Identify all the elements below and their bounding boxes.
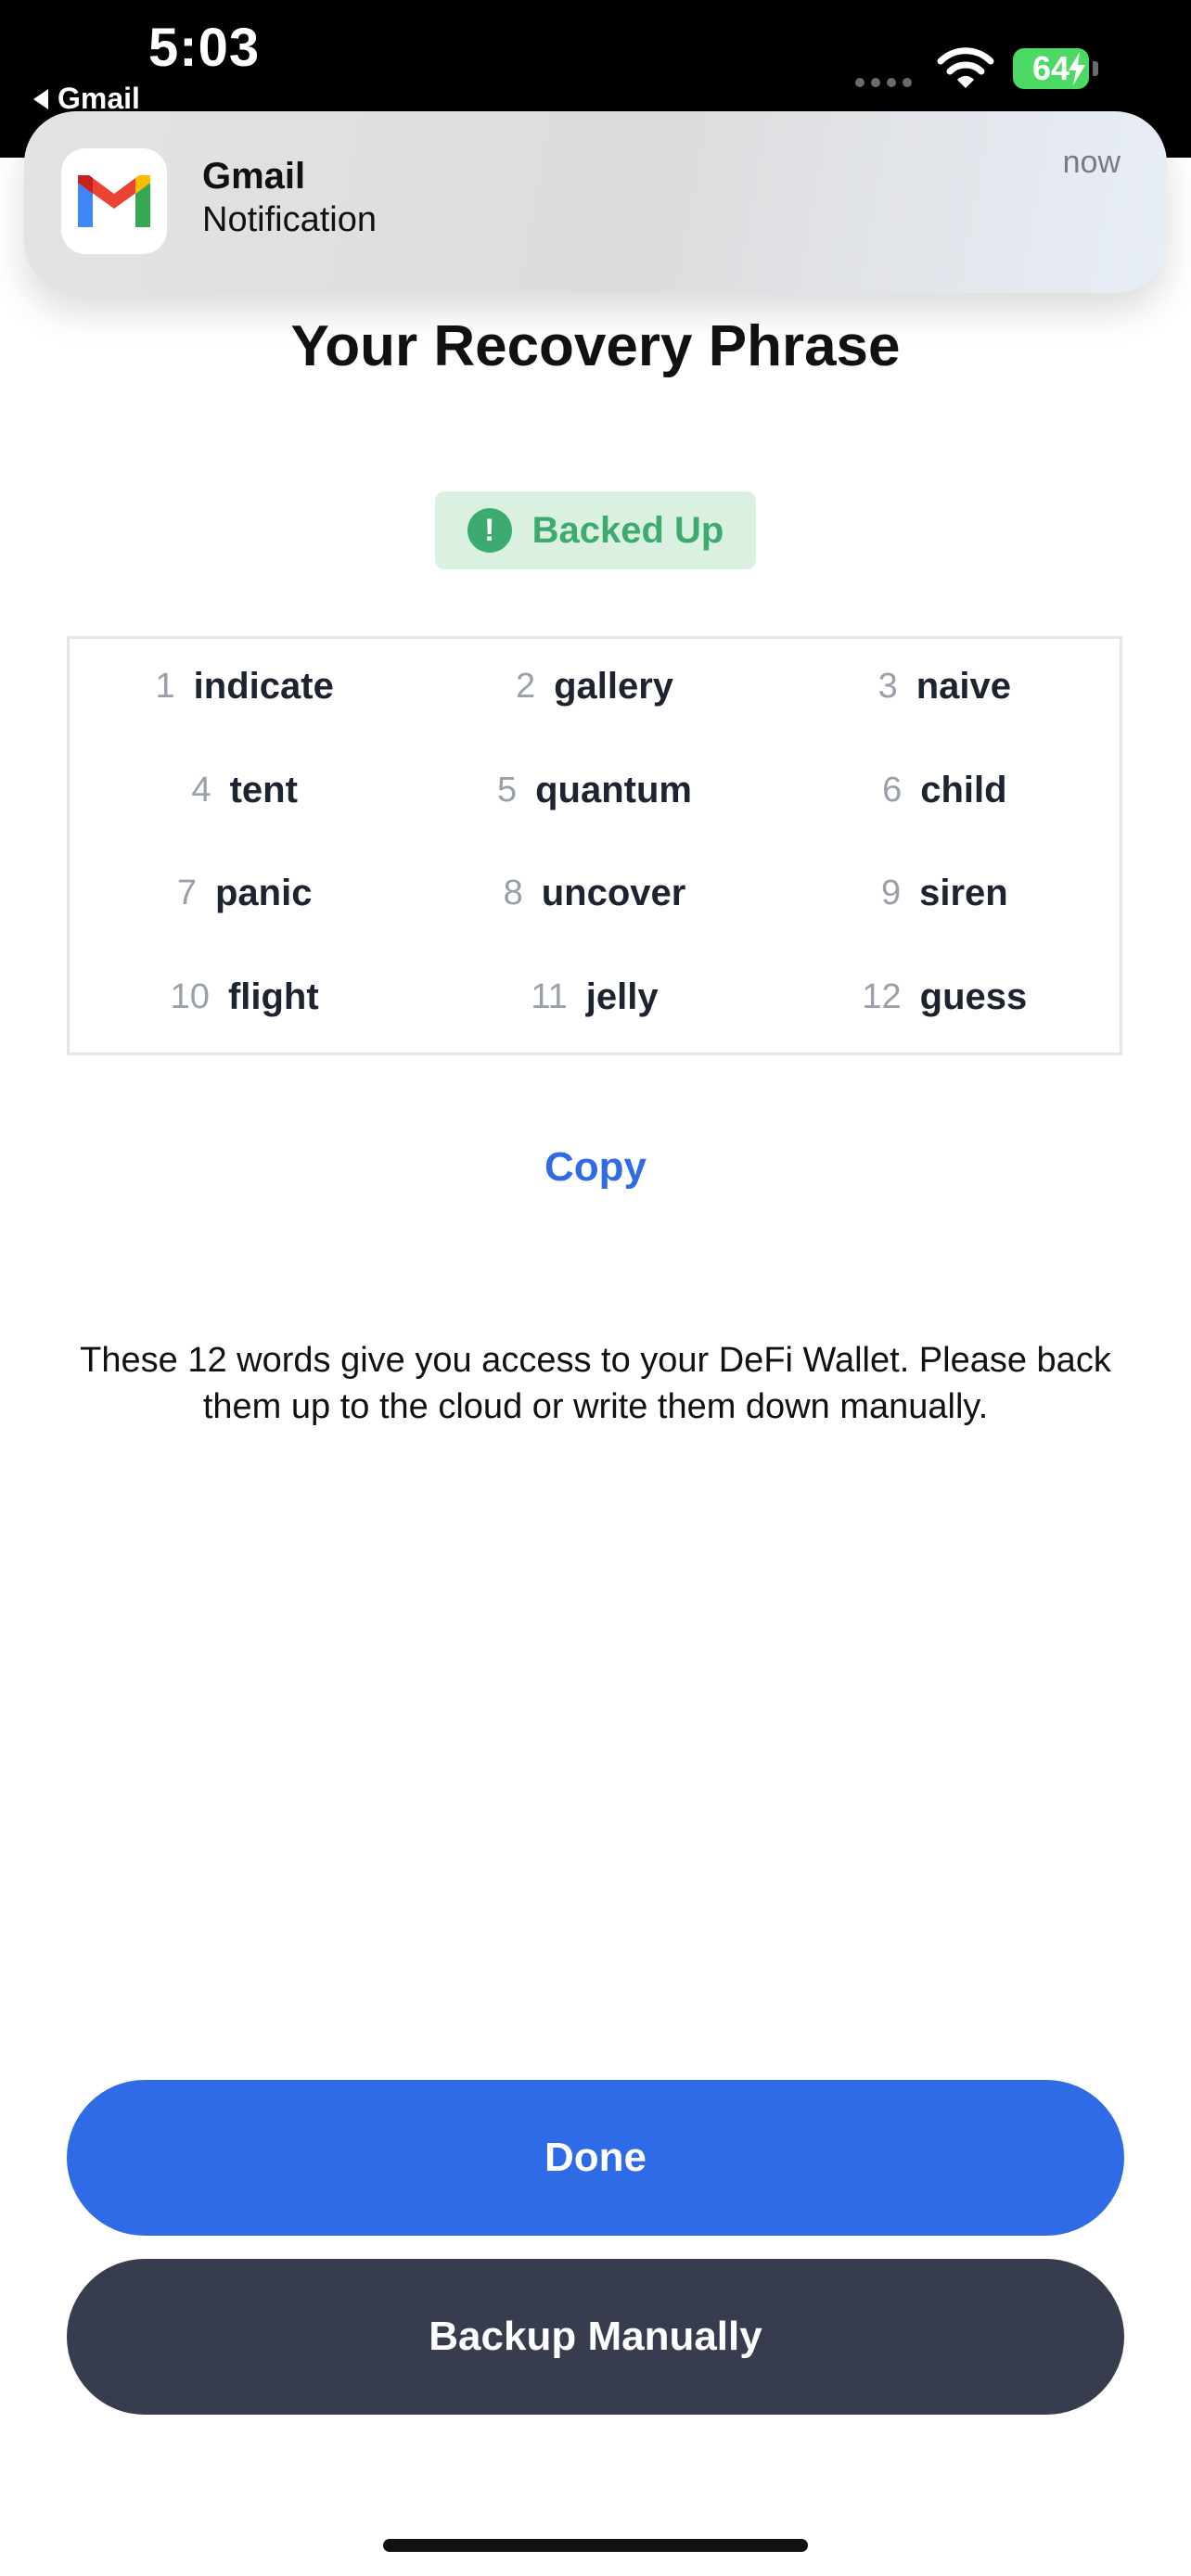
notification-body: Notification <box>202 200 377 239</box>
word-text: naive <box>916 666 1012 708</box>
phrase-word: 11 jelly <box>419 950 769 1053</box>
notification-banner[interactable]: Gmail Notification now <box>24 111 1167 293</box>
word-text: uncover <box>541 873 686 914</box>
word-text: gallery <box>554 666 674 708</box>
recovery-phrase-grid: 1 indicate 2 gallery 3 naive 4 tent 5 qu… <box>67 636 1122 1055</box>
phrase-word: 5 quantum <box>419 743 769 847</box>
word-number: 2 <box>515 667 536 707</box>
word-number: 3 <box>877 667 898 707</box>
page-title: Your Recovery Phrase <box>290 314 901 378</box>
word-number: 8 <box>503 874 523 913</box>
word-text: quantum <box>535 769 692 810</box>
back-arrow-icon <box>33 88 48 109</box>
copy-button[interactable]: Copy <box>0 1144 1191 1191</box>
word-number: 4 <box>191 770 211 810</box>
phrase-word: 9 siren <box>770 846 1120 950</box>
phrase-word: 4 tent <box>70 743 419 847</box>
exclamation-circle-icon: ! <box>467 508 512 553</box>
phrase-word: 8 uncover <box>419 846 769 950</box>
phrase-word: 7 panic <box>70 846 419 950</box>
word-text: indicate <box>193 666 334 708</box>
description-text: These 12 words give you access to your D… <box>80 1341 1111 1426</box>
word-number: 10 <box>170 976 210 1016</box>
word-number: 6 <box>882 770 903 810</box>
word-text: child <box>920 769 1007 810</box>
wifi-icon <box>937 47 994 88</box>
word-text: panic <box>214 873 313 914</box>
done-button[interactable]: Done <box>67 2080 1124 2236</box>
phrase-word: 10 flight <box>70 950 419 1053</box>
word-number: 7 <box>176 874 197 913</box>
phrase-word: 3 naive <box>770 639 1120 743</box>
notification-app-name: Gmail <box>202 156 306 197</box>
screen: 5:03 Gmail 64 Gmail Notification now You… <box>0 0 1191 2576</box>
battery-tip <box>1093 61 1098 76</box>
word-text: flight <box>227 976 319 1017</box>
word-number: 12 <box>862 976 902 1016</box>
gmail-logo-icon <box>61 148 167 254</box>
phrase-word: 2 gallery <box>419 639 769 743</box>
phrase-word: 6 child <box>770 743 1120 847</box>
status-time: 5:03 <box>148 18 261 78</box>
cellular-signal-icon <box>855 78 912 87</box>
charging-bolt-icon <box>1069 52 1085 85</box>
home-indicator[interactable] <box>383 2539 808 2552</box>
word-number: 9 <box>880 874 902 913</box>
word-text: tent <box>229 769 298 810</box>
word-number: 5 <box>496 770 518 810</box>
phrase-word: 1 indicate <box>70 639 419 743</box>
word-text: guess <box>919 976 1028 1017</box>
word-number: 11 <box>531 976 568 1016</box>
phrase-word: 12 guess <box>770 950 1120 1053</box>
word-number: 1 <box>155 667 175 707</box>
battery-level: 64 <box>1031 49 1070 87</box>
notification-time: now <box>1062 145 1121 180</box>
word-text: jelly <box>585 976 659 1017</box>
backup-manually-button[interactable]: Backup Manually <box>67 2259 1124 2415</box>
word-text: siren <box>919 873 1008 914</box>
badge-label: Backed Up <box>531 509 724 551</box>
backed-up-badge: ! Backed Up <box>435 491 756 569</box>
